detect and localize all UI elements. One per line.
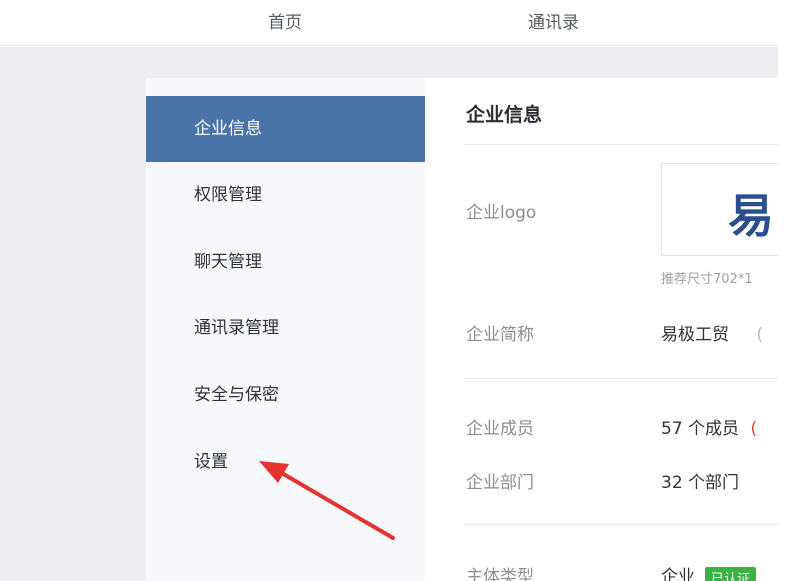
tab-home[interactable]: 首页 — [268, 8, 302, 33]
app-window: 首页 通讯录 企业信息 权限管理 聊天管理 通讯录管理 安全与保密 设置 企业信… — [0, 0, 793, 581]
short-name-text: 易极工贸 — [661, 325, 729, 345]
short-name-label: 企业简称 — [466, 325, 534, 345]
company-logo-upload[interactable]: 易 — [661, 163, 778, 256]
divider — [464, 378, 778, 379]
sidebar-item-permissions[interactable]: 权限管理 — [146, 162, 425, 228]
members-label: 企业成员 — [466, 419, 534, 439]
company-info-panel: 企业信息 企业logo 易 推荐尺寸702*1 企业简称 易极工贸 ( 企业成员… — [425, 78, 778, 581]
tab-contacts[interactable]: 通讯录 — [528, 8, 579, 33]
short-name-paren: ( — [756, 325, 764, 345]
sidebar-item-chat-management[interactable]: 聊天管理 — [146, 229, 425, 295]
company-logo: 易 — [728, 189, 774, 243]
divider — [464, 144, 778, 145]
entity-type-label: 主体类型 — [466, 567, 534, 581]
page-title: 企业信息 — [466, 104, 543, 126]
verified-badge: 已认证 — [705, 566, 757, 581]
sidebar-item-contacts-management[interactable]: 通讯录管理 — [146, 295, 425, 361]
members-count[interactable]: 57 个成员 — [661, 419, 739, 439]
logo-size-hint: 推荐尺寸702*1 — [661, 272, 753, 287]
settings-sidebar: 企业信息 权限管理 聊天管理 通讯录管理 安全与保密 设置 — [146, 78, 425, 581]
entity-type-value: 企业 已认证 — [661, 562, 757, 581]
departments-value[interactable]: 32 个部门 — [661, 468, 739, 493]
logo-label: 企业logo — [466, 203, 537, 223]
short-name-value: 易极工贸 ( — [661, 320, 763, 345]
departments-label: 企业部门 — [466, 473, 534, 493]
sidebar-item-security[interactable]: 安全与保密 — [146, 362, 425, 428]
sidebar-item-settings[interactable]: 设置 — [146, 429, 425, 495]
members-value: 57 个成员 ( — [661, 414, 757, 439]
members-paren: ( — [750, 419, 758, 439]
divider — [464, 524, 778, 525]
top-navigation: 首页 通讯录 — [0, 0, 778, 46]
entity-type-text: 企业 — [661, 567, 695, 581]
sidebar-item-company-info[interactable]: 企业信息 — [146, 96, 425, 162]
